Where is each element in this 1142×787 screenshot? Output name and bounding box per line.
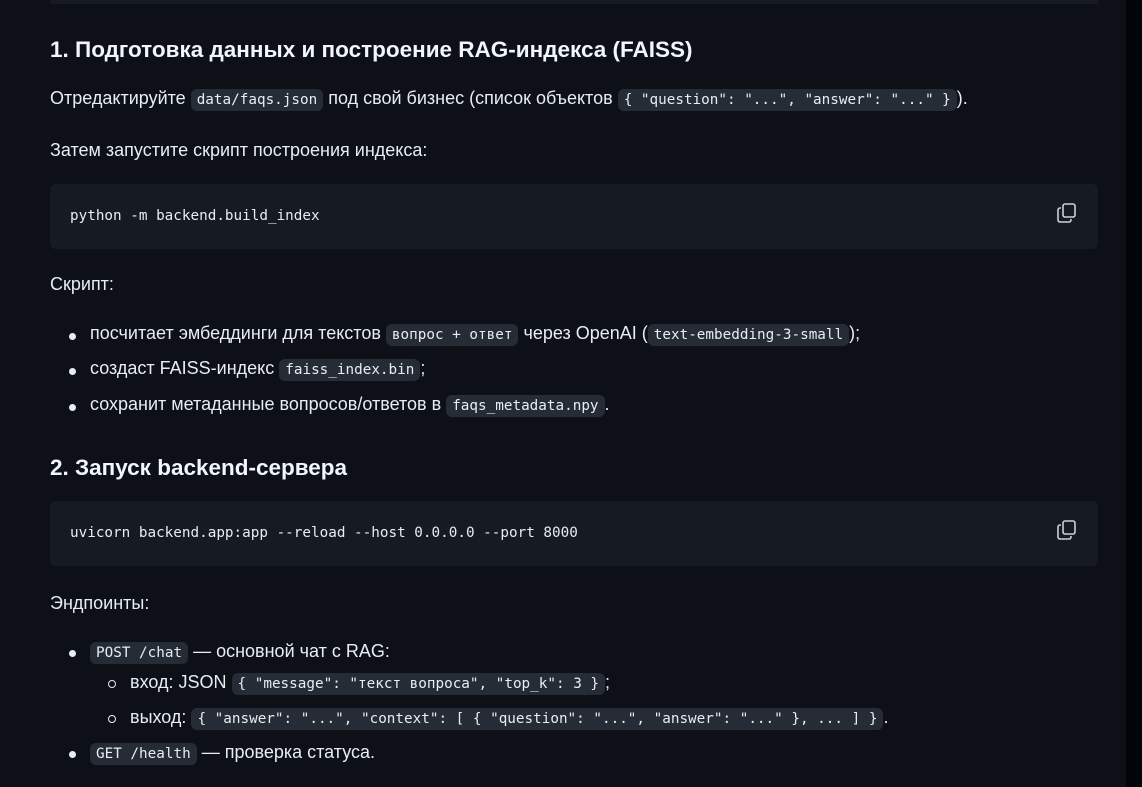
text: ). xyxy=(956,88,968,108)
text: Отредактируйте xyxy=(50,88,186,108)
inline-code: POST /chat xyxy=(90,642,189,664)
inline-code: data/faqs.json xyxy=(190,89,324,111)
copy-icon[interactable] xyxy=(1056,519,1078,541)
list-item: сохранит метаданные вопросов/ответов в f… xyxy=(90,394,610,417)
list-item: посчитает эмбеддинги для текстов вопрос … xyxy=(90,323,861,346)
text: — основной чат с RAG: xyxy=(193,641,390,661)
bullet xyxy=(69,650,76,657)
code-block-build-index: python -m backend.build_index xyxy=(50,184,1098,249)
previous-block-edge xyxy=(50,0,1098,4)
inline-code: { "answer": "...", "context": [ { "quest… xyxy=(191,708,884,730)
sub-bullet xyxy=(108,680,116,688)
inline-code: GET /health xyxy=(90,743,197,765)
text: ; xyxy=(420,358,426,378)
inline-code: faiss_index.bin xyxy=(279,359,421,381)
code-text[interactable]: uvicorn backend.app:app --reload --host … xyxy=(70,525,578,541)
list-item: POST /chat — основной чат с RAG: xyxy=(90,641,390,664)
bullet xyxy=(69,368,76,375)
text: — проверка статуса. xyxy=(201,742,376,762)
text: . xyxy=(604,394,610,414)
script-label: Скрипт: xyxy=(50,274,114,294)
inline-code: { "question": "...", "answer": "..." } xyxy=(617,89,957,111)
text: вход: JSON xyxy=(130,672,227,692)
code-block-uvicorn: uvicorn backend.app:app --reload --host … xyxy=(50,501,1098,566)
run-script-text: Затем запустите скрипт построения индекс… xyxy=(50,140,428,160)
text: посчитает эмбеддинги для текстов xyxy=(90,323,381,343)
sub-bullet xyxy=(108,715,116,723)
text: через OpenAI ( xyxy=(523,323,648,343)
text: создаст FAISS-индекс xyxy=(90,358,275,378)
section2-heading: 2. Запуск backend-сервера xyxy=(50,455,348,480)
bullet xyxy=(69,751,76,758)
bullet xyxy=(69,333,76,340)
text: выход: xyxy=(130,707,187,727)
text: под свой бизнес (список объектов xyxy=(328,88,613,108)
code-text[interactable]: python -m backend.build_index xyxy=(70,208,320,224)
text: ); xyxy=(849,323,861,343)
inline-code: text-embedding-3-small xyxy=(647,324,850,346)
sub-list-item: вход: JSON { "message": "текст вопроса",… xyxy=(130,672,611,695)
inline-code: вопрос + ответ xyxy=(385,324,519,346)
copy-icon[interactable] xyxy=(1056,202,1078,224)
bullet xyxy=(69,404,76,411)
text: сохранит метаданные вопросов/ответов в xyxy=(90,394,442,414)
endpoints-label: Эндпоинты: xyxy=(50,593,150,613)
edit-instructions: Отредактируйте data/faqs.json под свой б… xyxy=(50,88,968,111)
list-item: GET /health — проверка статуса. xyxy=(90,742,376,765)
section1-heading: 1. Подготовка данных и построение RAG-ин… xyxy=(50,37,693,62)
inline-code: { "message": "текст вопроса", "top_k": 3… xyxy=(231,673,606,695)
text: . xyxy=(883,707,889,727)
scrollbar-track[interactable] xyxy=(1126,0,1142,787)
inline-code: faqs_metadata.npy xyxy=(446,395,605,417)
sub-list-item: выход: { "answer": "...", "context": [ {… xyxy=(130,707,889,730)
text: ; xyxy=(605,672,611,692)
list-item: создаст FAISS-индекс faiss_index.bin; xyxy=(90,358,426,381)
